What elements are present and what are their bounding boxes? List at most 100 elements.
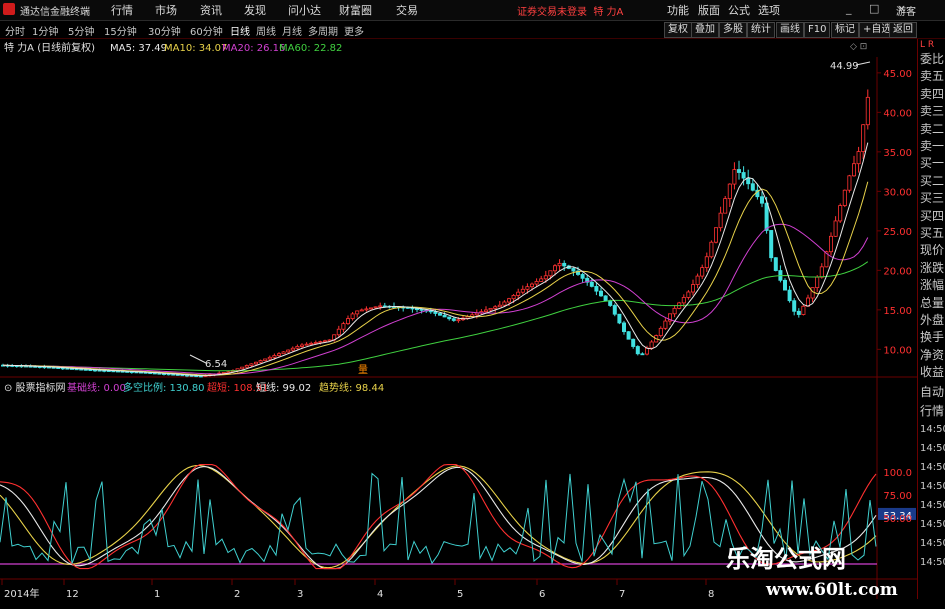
mark-button[interactable]: 标记: [831, 22, 859, 38]
high-price-label: 44.99: [830, 61, 859, 72]
candle-body-138: [635, 346, 640, 355]
candle-body-105: [483, 309, 488, 312]
candle-body-111: [511, 295, 516, 300]
fuquan-button[interactable]: 复权: [664, 22, 692, 38]
stats-button[interactable]: 统计: [747, 22, 775, 38]
side-panel-item-6[interactable]: 买一: [920, 155, 945, 171]
menu-jiaoyi[interactable]: 交易: [396, 2, 418, 18]
candle-body-129: [594, 286, 599, 292]
candle-body-114: [525, 286, 530, 290]
side-panel-header[interactable]: L R: [920, 39, 945, 51]
side-panel-item-10[interactable]: 买五: [920, 225, 945, 241]
period-60min[interactable]: 60分钟: [190, 23, 223, 38]
period-weekly[interactable]: 周线: [256, 23, 276, 38]
ma5-line: [2, 142, 869, 377]
side-panel-item-11[interactable]: 现价: [920, 242, 945, 258]
ma60-line: [2, 261, 869, 372]
candle-body-187: [861, 124, 866, 152]
side-panel-item-17[interactable]: 净资: [920, 347, 945, 363]
menu-wenxiaoda[interactable]: 问小达: [288, 2, 321, 18]
candle-body-139: [640, 353, 645, 356]
candle-body-80: [368, 307, 373, 310]
candle-body-69: [318, 341, 323, 344]
period-1min[interactable]: 1分钟: [32, 23, 58, 38]
period-15min[interactable]: 15分钟: [104, 23, 137, 38]
candle-body-136: [626, 331, 631, 340]
side-panel-item-4[interactable]: 卖二: [920, 121, 945, 137]
candle-body-103: [474, 312, 479, 316]
period-fenshi[interactable]: 分时: [5, 23, 25, 38]
candle-body-93: [428, 310, 433, 313]
candle-body-59: [272, 355, 277, 358]
side-panel-item-14[interactable]: 总量: [920, 295, 945, 311]
period-5min[interactable]: 5分钟: [68, 23, 94, 38]
side-panel-item-7[interactable]: 买二: [920, 173, 945, 189]
main-chart-header: 特 力A (日线前复权): [4, 41, 95, 54]
guest-label[interactable]: 游客: [896, 3, 916, 18]
candle-body-143: [658, 327, 663, 337]
period-multi[interactable]: 多周期: [308, 23, 338, 38]
side-panel-item-16[interactable]: 换手: [920, 329, 945, 345]
candle-body-73: [336, 328, 341, 336]
multi-stock-button[interactable]: 多股: [719, 22, 747, 38]
f10-button[interactable]: F10: [804, 22, 831, 38]
menu-xuanxiang[interactable]: 选项: [758, 2, 780, 18]
ma-label-2: MA20: 26.16: [222, 43, 285, 54]
date-label-4: 3: [297, 589, 303, 599]
side-panel-item-18[interactable]: 收益: [920, 364, 945, 380]
side-panel-item-15[interactable]: 外盘: [920, 312, 945, 328]
candle-body-75: [345, 318, 350, 325]
candle-body-168: [773, 257, 778, 271]
side-panel-lower-item-1[interactable]: 行情: [920, 403, 945, 419]
candle-body-97: [447, 316, 452, 320]
candle-body-98: [451, 318, 456, 321]
candle-body-162: [746, 177, 751, 185]
candle-body-108: [497, 304, 502, 308]
menu-shichang[interactable]: 市场: [155, 2, 177, 18]
side-panel-item-3[interactable]: 卖三: [920, 103, 945, 119]
indicator-value-0: 基础线: 0.00: [67, 381, 126, 394]
back-button[interactable]: 返回: [889, 22, 917, 38]
menu-gongneng[interactable]: 功能: [667, 2, 689, 18]
chart-area[interactable]: 特 力A (日线前复权) MA5: 37.49MA10: 34.07MA20: 2…: [0, 39, 945, 599]
login-status[interactable]: 证券交易未登录 特 力A: [517, 3, 623, 18]
candle-body-135: [622, 322, 627, 333]
candle-body-132: [608, 300, 613, 306]
date-label-3: 2: [234, 589, 240, 599]
draw-line-button[interactable]: 画线: [776, 22, 804, 38]
period-daily[interactable]: 日线: [230, 23, 250, 38]
menu-zixun[interactable]: 资讯: [200, 2, 222, 18]
candle-body-163: [750, 183, 755, 191]
side-panel-lower-item-9: 14:50: [920, 557, 945, 568]
menu-banmian[interactable]: 版面: [698, 2, 720, 18]
period-more[interactable]: 更多: [344, 23, 364, 38]
side-panel-lower-item-0[interactable]: 自动: [920, 384, 945, 400]
side-panel-item-12[interactable]: 涨跌: [920, 260, 945, 276]
candle-body-117: [539, 278, 544, 282]
period-30min[interactable]: 30分钟: [148, 23, 181, 38]
candle-body-176: [810, 287, 815, 299]
side-panel-item-1[interactable]: 卖五: [920, 68, 945, 84]
side-panel-item-9[interactable]: 买四: [920, 208, 945, 224]
menu-faxian[interactable]: 发现: [244, 2, 266, 18]
side-panel-item-2[interactable]: 卖四: [920, 86, 945, 102]
side-panel-item-8[interactable]: 买三: [920, 190, 945, 206]
side-panel-item-0[interactable]: 委比: [920, 51, 945, 67]
side-panel-lower-item-8: 14:50: [920, 538, 945, 549]
candle-body-58: [267, 356, 272, 360]
menu-caifuquan[interactable]: 财富圈: [339, 2, 372, 18]
menu-gongshi[interactable]: 公式: [728, 2, 750, 18]
ma10-line: [2, 181, 869, 376]
candle-body-153: [704, 256, 709, 269]
side-panel-lower-item-6: 14:50: [920, 500, 945, 511]
candle-body-77: [355, 310, 360, 315]
period-monthly[interactable]: 月线: [282, 23, 302, 38]
candle-body-120: [553, 265, 558, 272]
low-price-label: 6.54: [205, 359, 227, 370]
overlay-button[interactable]: 叠加: [691, 22, 719, 38]
side-panel-item-5[interactable]: 卖一: [920, 138, 945, 154]
candle-body-171: [787, 289, 792, 302]
menu-hangqing[interactable]: 行情: [111, 2, 133, 18]
side-panel-item-13[interactable]: 涨幅: [920, 277, 945, 293]
candle-body-151: [695, 275, 700, 285]
